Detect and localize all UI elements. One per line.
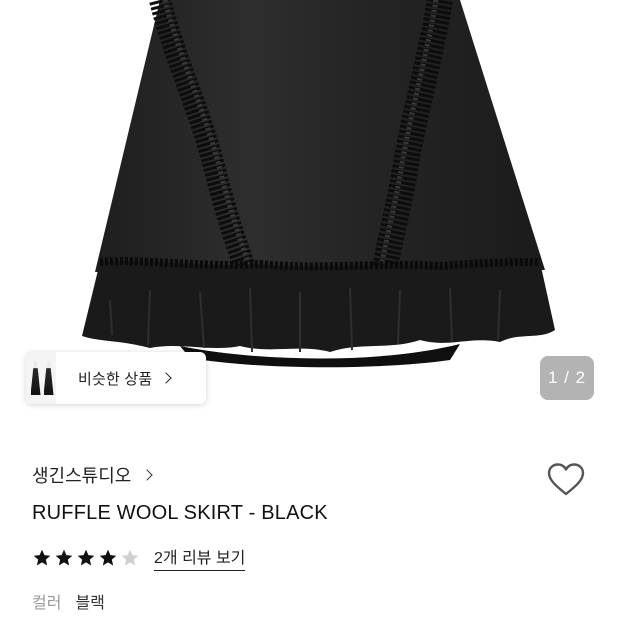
rating-stars (32, 548, 140, 568)
similar-thumbnail (43, 361, 54, 395)
chevron-right-icon (160, 372, 173, 384)
option-label: 컬러 (32, 595, 62, 612)
chevron-right-icon (141, 469, 154, 481)
product-title: RUFFLE WOOL SKIRT - BLACK (32, 502, 328, 524)
star-icon (55, 549, 73, 565)
similar-thumbnails (26, 352, 56, 404)
star-icon (77, 549, 95, 565)
brand-name: 생긴스튜디오 (32, 466, 132, 486)
similar-thumbnail (30, 361, 41, 395)
option-value: 블랙 (75, 595, 105, 612)
product-image[interactable]: 비슷한 상품 1 / 2 (0, 0, 620, 420)
similar-products-button[interactable]: 비슷한 상품 (26, 352, 206, 404)
star-icon (99, 549, 117, 565)
review-link[interactable]: 2개 리뷰 보기 (154, 544, 246, 571)
star-icon (121, 549, 139, 565)
heart-outline-icon (547, 463, 585, 496)
star-icon (33, 549, 51, 565)
option-row: 컬러 블랙 (32, 589, 105, 613)
rating-row: 2개 리뷰 보기 (32, 544, 246, 571)
similar-products-label: 비슷한 상품 (78, 370, 153, 388)
image-page-counter: 1 / 2 (540, 356, 594, 400)
wishlist-button[interactable] (546, 462, 586, 498)
brand-link[interactable]: 생긴스튜디오 (32, 462, 154, 488)
